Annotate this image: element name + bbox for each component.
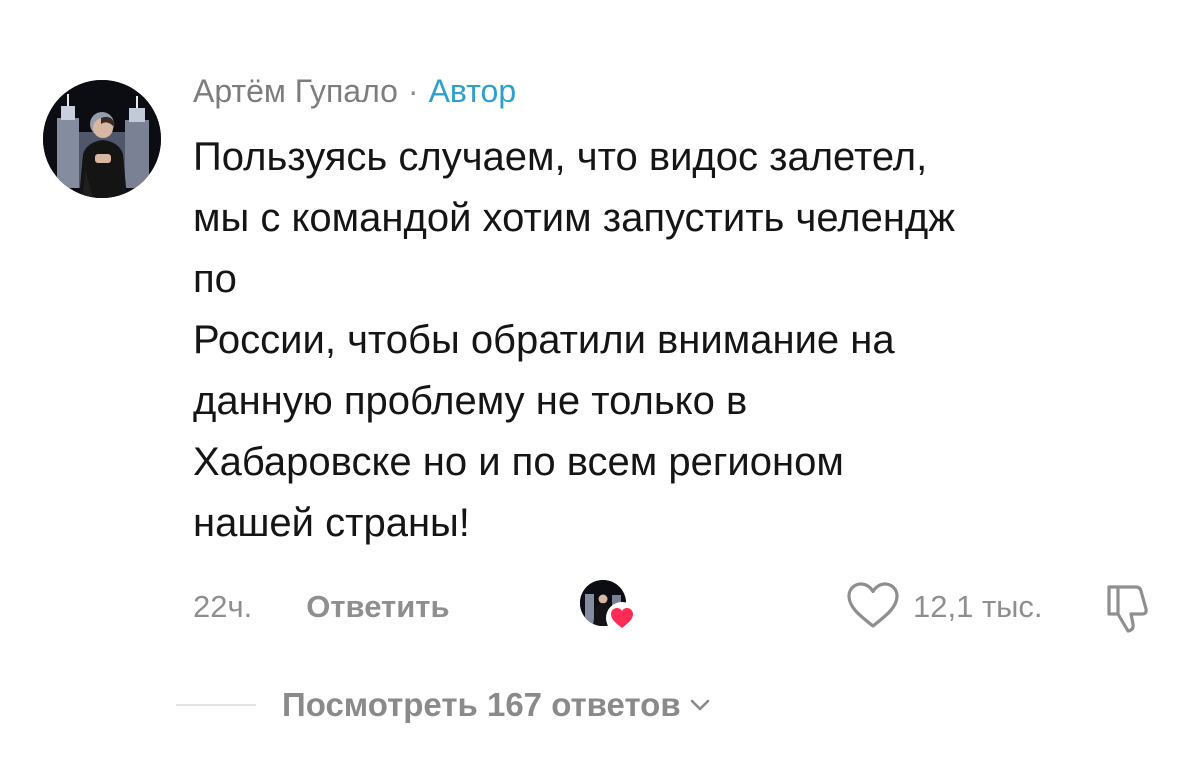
comment-header: Артём Гупало · Автор <box>193 66 516 116</box>
comment-meta: 22ч. Ответить <box>193 585 450 629</box>
heart-outline-icon[interactable] <box>845 580 901 635</box>
comment-text: Пользуясь случаем, что видос залетел, мы… <box>193 135 956 545</box>
chevron-down-icon <box>689 698 711 717</box>
thumbs-down-icon[interactable] <box>1100 581 1158 635</box>
comment-timestamp: 22ч. <box>193 589 253 624</box>
replies-divider <box>176 704 256 706</box>
comment-item: Артём Гупало · Автор Пользуясь случаем, … <box>0 0 1200 779</box>
author-badge: Автор <box>428 72 517 109</box>
author-avatar[interactable] <box>43 80 161 198</box>
heart-icon <box>606 602 638 634</box>
creator-liked-indicator <box>580 580 638 634</box>
view-replies-button[interactable]: Посмотреть 167 ответов <box>282 683 711 727</box>
author-name[interactable]: Артём Гупало <box>193 73 398 110</box>
avatar-photo <box>43 80 161 198</box>
reply-button[interactable]: Ответить <box>306 589 449 625</box>
header-separator: · <box>407 72 419 109</box>
view-replies-label: Посмотреть 167 ответов <box>282 686 681 723</box>
like-button[interactable]: 12,1 тыс. <box>845 581 1043 631</box>
like-count: 12,1 тыс. <box>913 589 1043 624</box>
